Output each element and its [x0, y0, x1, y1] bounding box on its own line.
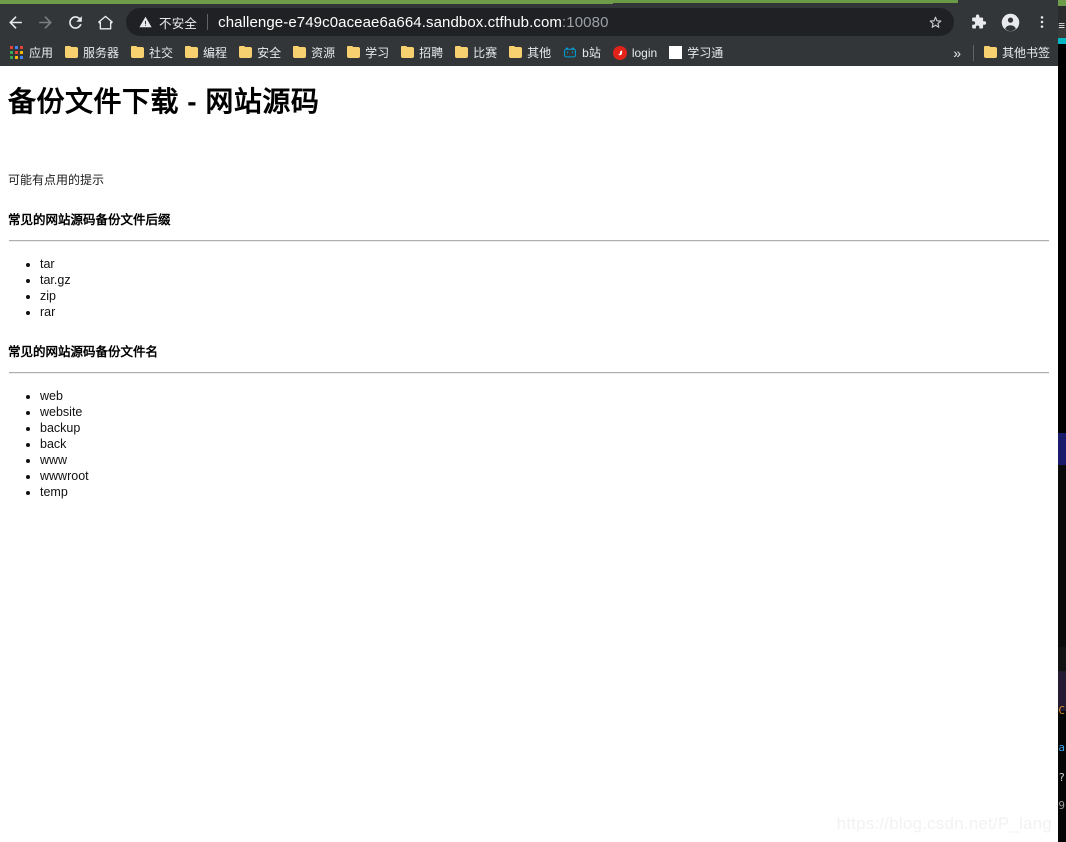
- tab-strip-accent: [613, 0, 958, 3]
- bookmark-label: 安全: [257, 46, 282, 60]
- folder-icon: [401, 46, 415, 58]
- section-heading-suffixes: 常见的网站源码备份文件后缀: [8, 212, 171, 227]
- bookmark-folder-resources[interactable]: 资源: [287, 42, 341, 64]
- chrome-browser-window: 不安全 challenge-e749c0aceae6a664.sandbox.c…: [0, 0, 1058, 842]
- bookmark-folder-other[interactable]: 其他: [503, 42, 557, 64]
- bookmarks-overflow-area: » 其他书签: [945, 42, 1058, 64]
- watermark: https://blog.csdn.net/P_lang: [836, 814, 1052, 833]
- list-item: rar: [40, 304, 1050, 320]
- forward-button[interactable]: [30, 7, 60, 37]
- bookmark-folder-servers[interactable]: 服务器: [59, 42, 125, 64]
- bookmark-folder-competition[interactable]: 比赛: [449, 42, 503, 64]
- security-indicator[interactable]: 不安全: [138, 13, 197, 32]
- screen: ≡ C a ? 9 不安全 challenge-e749c0aceae6a664…: [0, 0, 1066, 842]
- login-icon: [612, 45, 627, 60]
- back-button[interactable]: [0, 7, 30, 37]
- bookmark-label: 社交: [149, 46, 174, 60]
- bookmark-label: 服务器: [83, 46, 120, 60]
- back-arrow-icon: [8, 15, 22, 29]
- bookmark-label: 其他: [527, 46, 552, 60]
- home-button[interactable]: [90, 7, 120, 37]
- bookmark-label: 招聘: [419, 46, 444, 60]
- list-item: back: [40, 436, 1050, 452]
- url-port: :10080: [562, 13, 609, 31]
- bookmark-folder-recruitment[interactable]: 招聘: [395, 42, 449, 64]
- active-tab-accent[interactable]: [0, 0, 613, 4]
- page-viewport: 备份文件下载 - 网站源码 可能有点用的提示 常见的网站源码备份文件后缀 tar…: [0, 66, 1058, 842]
- section-divider: [9, 239, 1049, 242]
- list-item: website: [40, 404, 1050, 420]
- star-icon: [929, 16, 942, 28]
- bookmarks-overflow-chevron[interactable]: »: [945, 45, 969, 61]
- bookmark-label: 学习: [365, 46, 390, 60]
- list-item: tar.gz: [40, 272, 1050, 288]
- profile-button[interactable]: [994, 6, 1026, 38]
- folder-icon: [455, 46, 469, 58]
- url-host: challenge-e749c0aceae6a664.sandbox.ctfhu…: [218, 13, 563, 31]
- folder-icon: [65, 46, 79, 58]
- url-text: challenge-e749c0aceae6a664.sandbox.ctfhu…: [218, 14, 608, 31]
- list-item: temp: [40, 484, 1050, 500]
- list-item: wwwroot: [40, 468, 1050, 484]
- bookmark-label: login: [631, 45, 658, 60]
- list-item: www: [40, 452, 1050, 468]
- bookmark-label: 资源: [311, 46, 336, 60]
- omnibox-divider: [207, 14, 209, 30]
- chrome-menu-button[interactable]: [1026, 6, 1058, 38]
- page-title: 备份文件下载 - 网站源码: [8, 86, 320, 117]
- folder-icon: [293, 46, 307, 58]
- list-item: tar: [40, 256, 1050, 272]
- page-hint: 可能有点用的提示: [8, 172, 105, 187]
- forward-arrow-icon: [38, 15, 52, 29]
- bookmark-label: 应用: [29, 46, 54, 60]
- bookmark-login[interactable]: login: [607, 42, 663, 64]
- bookmark-folder-social[interactable]: 社交: [125, 42, 179, 64]
- reload-button[interactable]: [60, 7, 90, 37]
- section-heading-filenames: 常见的网站源码备份文件名: [8, 344, 159, 359]
- bookmark-folder-study[interactable]: 学习: [341, 42, 395, 64]
- folder-icon: [347, 46, 361, 58]
- bookmark-label: 学习通: [687, 46, 724, 60]
- apps-grid-icon: [10, 45, 24, 60]
- folder-icon: [983, 46, 997, 58]
- bookmark-folder-security[interactable]: 安全: [233, 42, 287, 64]
- bookmark-star-button[interactable]: [927, 14, 944, 31]
- filename-list: web website backup back www wwwroot temp: [8, 388, 1050, 500]
- folder-icon: [509, 46, 523, 58]
- suffix-list: tar tar.gz zip rar: [8, 256, 1050, 320]
- folder-icon: [185, 46, 199, 58]
- warning-triangle-icon: [139, 16, 152, 28]
- bookmark-folder-programming[interactable]: 编程: [179, 42, 233, 64]
- bookmarks-bar: 应用 服务器 社交 编程 安全 资源 学习 招聘 比赛 其他 b站 login …: [0, 39, 1058, 66]
- list-item: backup: [40, 420, 1050, 436]
- security-label: 不安全: [159, 16, 198, 31]
- bookmark-xuexitong[interactable]: 学习通: [663, 42, 729, 64]
- bilibili-icon: [563, 46, 577, 59]
- list-item: web: [40, 388, 1050, 404]
- section-divider: [9, 371, 1049, 374]
- account-avatar-icon: [1001, 13, 1019, 31]
- folder-icon: [239, 46, 253, 58]
- bookmark-label: b站: [582, 46, 601, 60]
- browser-toolbar: 不安全 challenge-e749c0aceae6a664.sandbox.c…: [0, 5, 1058, 39]
- bookmark-bilibili[interactable]: b站: [557, 42, 607, 64]
- bookmarks-divider: [972, 44, 974, 61]
- bookmark-label: 比赛: [473, 46, 498, 60]
- bookmark-label: 其他书签: [1001, 46, 1050, 60]
- puzzle-piece-icon: [972, 14, 987, 29]
- bookmark-apps[interactable]: 应用: [4, 42, 59, 64]
- page-content: 备份文件下载 - 网站源码 可能有点用的提示 常见的网站源码备份文件后缀 tar…: [0, 85, 1058, 500]
- list-item: zip: [40, 288, 1050, 304]
- reload-icon: [68, 15, 82, 29]
- extensions-button[interactable]: [962, 6, 994, 38]
- home-icon: [97, 15, 113, 30]
- folder-icon: [131, 46, 145, 58]
- address-bar[interactable]: 不安全 challenge-e749c0aceae6a664.sandbox.c…: [126, 8, 954, 36]
- bookmark-other-bookmarks[interactable]: 其他书签: [978, 42, 1056, 64]
- bookmark-label: 编程: [203, 46, 228, 60]
- three-dot-menu-icon: [1040, 16, 1044, 28]
- white-square-icon: [669, 46, 683, 59]
